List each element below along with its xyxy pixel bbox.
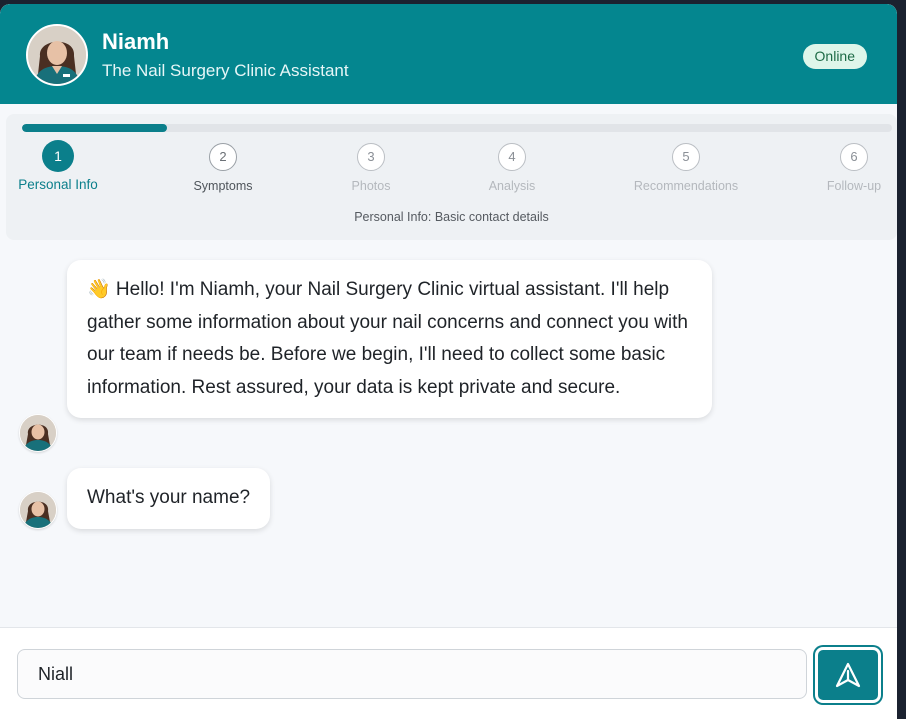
composer-bar — [0, 627, 897, 719]
step-label: Recommendations — [633, 179, 739, 193]
send-icon — [835, 662, 861, 688]
step-photos[interactable]: 3 Photos — [311, 143, 431, 193]
assistant-avatar-small — [19, 414, 57, 452]
send-button[interactable] — [815, 647, 881, 703]
step-label: Symptoms — [193, 179, 253, 193]
step-number: 3 — [357, 143, 385, 171]
step-description: Personal Info: Basic contact details — [354, 210, 549, 224]
message-input[interactable] — [17, 649, 807, 699]
step-analysis[interactable]: 4 Analysis — [452, 143, 572, 193]
step-label: Follow-up — [826, 179, 882, 193]
assistant-avatar-small — [19, 491, 57, 529]
progress-track — [22, 124, 892, 132]
assistant-avatar — [26, 24, 88, 86]
assistant-message: What's your name? — [67, 468, 271, 529]
step-number: 6 — [840, 143, 868, 171]
chat-window: Niamh The Nail Surgery Clinic Assistant … — [0, 4, 897, 719]
step-number: 5 — [672, 143, 700, 171]
step-follow-up[interactable]: 6 Follow-up — [794, 143, 897, 193]
step-recommendations[interactable]: 5 Recommendations — [626, 143, 746, 193]
progress-panel: 1 Personal Info 2 Symptoms 3 Photos 4 An… — [6, 114, 897, 240]
step-label: Analysis — [488, 179, 536, 193]
step-symptoms[interactable]: 2 Symptoms — [163, 143, 283, 193]
step-personal-info[interactable]: 1 Personal Info — [0, 140, 118, 192]
step-number: 4 — [498, 143, 526, 171]
step-label: Personal Info — [18, 177, 98, 192]
step-number: 2 — [209, 143, 237, 171]
assistant-subtitle: The Nail Surgery Clinic Assistant — [102, 61, 349, 80]
assistant-message: 👋 Hello! I'm Niamh, your Nail Surgery Cl… — [67, 260, 712, 418]
status-badge: Online — [802, 44, 867, 69]
assistant-name: Niamh — [102, 29, 170, 54]
step-label: Photos — [351, 179, 391, 193]
chat-header: Niamh The Nail Surgery Clinic Assistant … — [0, 4, 897, 104]
step-number: 1 — [42, 140, 74, 172]
progress-fill — [22, 124, 168, 132]
